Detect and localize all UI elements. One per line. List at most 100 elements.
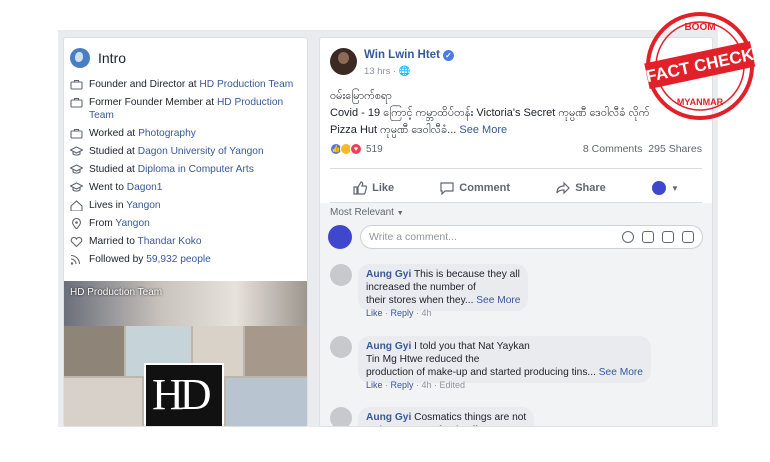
commenter-name[interactable]: Aung Gyi	[366, 412, 411, 423]
like-button[interactable]: Like	[353, 181, 394, 195]
intro-card: Intro Founder and Director at HD Product…	[63, 37, 308, 427]
comment-text-1: Cosmatics things are not	[414, 412, 527, 423]
intro-item: Former Founder Member at HD Production T…	[70, 96, 301, 122]
share-as-selector[interactable]: ▼	[651, 181, 679, 195]
commenter-avatar[interactable]	[330, 336, 352, 358]
comment-like-link[interactable]: Like	[366, 308, 383, 318]
intro-item-label: Founder and Director at	[89, 79, 200, 90]
comment-reply-link[interactable]: Reply	[391, 380, 414, 390]
comment-text-1: This is because they all	[413, 269, 520, 280]
comment-text-2: increased the number of	[366, 282, 476, 293]
intro-item: Worked at Photography	[70, 127, 301, 140]
caret-down-icon: ▼	[396, 210, 404, 217]
stamp-main-text: FACT CHECK	[644, 45, 756, 87]
reactions-summary[interactable]: 👍 ♥ 519	[330, 143, 383, 155]
rss-icon	[70, 254, 81, 265]
commenter-avatar[interactable]	[330, 407, 352, 426]
graduation-cap-icon	[70, 164, 83, 174]
commenter-name[interactable]: Aung Gyi	[366, 269, 411, 280]
intro-item-label: Worked at	[89, 128, 139, 139]
intro-item-label: Studied at	[89, 164, 138, 175]
stamp-top-text: BOOM	[684, 22, 715, 33]
comment-meta: Like · Reply · 4h · Edited	[366, 380, 466, 390]
intro-item-link[interactable]: Diploma in Computer Arts	[138, 164, 254, 175]
comments-count[interactable]: 8 Comments	[583, 143, 643, 155]
gif-icon[interactable]	[662, 231, 674, 243]
love-reaction-icon: ♥	[350, 143, 362, 155]
comment-reply-link[interactable]: Reply	[391, 308, 414, 318]
see-more-link[interactable]: See More	[459, 124, 507, 136]
comment-text-2: Tin Mg Htwe reduced the	[366, 354, 480, 365]
intro-item-label: Married to	[89, 236, 138, 247]
commenter-avatar[interactable]	[330, 264, 352, 286]
sticker-icon[interactable]	[682, 231, 694, 243]
intro-item-link[interactable]: Thandar Koko	[138, 236, 202, 247]
comment-input[interactable]: Write a comment...	[360, 225, 703, 249]
intro-item: Studied at Dagon University of Yangon	[70, 145, 301, 158]
globe-icon	[70, 48, 90, 68]
intro-list: Founder and Director at HD Production Te…	[64, 74, 307, 266]
comment-bubble: Aung Gyi Cosmatics things are not as impo…	[358, 407, 535, 426]
intro-item-label: Lives in	[89, 200, 127, 211]
home-icon	[70, 200, 83, 211]
intro-item-link[interactable]: 59,932 people	[146, 254, 211, 265]
reaction-count: 519	[366, 143, 383, 155]
photo-label: HD Production Team	[70, 287, 163, 298]
author-name[interactable]: Win Lwin Htet	[364, 49, 440, 61]
shares-count[interactable]: 295 Shares	[648, 143, 702, 155]
intro-item: Founder and Director at HD Production Te…	[70, 78, 301, 91]
camera-icon[interactable]	[642, 231, 654, 243]
comment-button[interactable]: Comment	[440, 181, 510, 195]
globe-audience-icon: 🌐	[398, 66, 411, 77]
intro-item-link[interactable]: Dagon1	[127, 182, 163, 193]
intro-item-label: Former Founder Member at	[89, 97, 217, 108]
briefcase-icon	[70, 128, 83, 139]
comments-section: Most Relevant ▼ Write a comment... Aung …	[320, 203, 712, 426]
comment-text-1: I told you that Nat Yaykan	[414, 341, 530, 352]
divider	[330, 168, 702, 169]
heart-icon	[70, 236, 83, 247]
commenter-name[interactable]: Aung Gyi	[366, 341, 411, 352]
briefcase-icon	[70, 79, 83, 90]
intro-item-link[interactable]: Photography	[138, 128, 196, 139]
emoji-icon[interactable]	[622, 231, 634, 243]
comment-time[interactable]: 4h	[422, 380, 432, 390]
cover-photo-collage[interactable]: HD Production Team HD	[64, 281, 307, 426]
intro-item-link[interactable]: Dagon University of Yangon	[138, 146, 264, 157]
comment-bubble: Aung Gyi I told you that Nat Yaykan Tin M…	[358, 336, 651, 383]
graduation-cap-icon	[70, 182, 83, 192]
intro-item: Studied at Diploma in Computer Arts	[70, 163, 301, 176]
stamp-bottom-text: MYANMAR	[677, 97, 724, 107]
facebook-screenshot: Intro Founder and Director at HD Product…	[58, 30, 718, 427]
intro-item: Married to Thandar Koko	[70, 235, 301, 248]
comment-see-more-link[interactable]: See More	[599, 367, 643, 378]
current-user-avatar	[328, 225, 352, 249]
comment-see-more-link[interactable]: See More	[476, 295, 520, 306]
intro-item-label: Went to	[89, 182, 127, 193]
intro-item: Followed by 59,932 people	[70, 253, 301, 266]
share-button[interactable]: Share	[556, 181, 606, 195]
comment-bubble: Aung Gyi This is because they all increas…	[358, 264, 529, 311]
intro-item-label: Followed by	[89, 254, 147, 265]
graduation-cap-icon	[70, 146, 83, 156]
intro-item: From Yangon	[70, 217, 301, 230]
intro-item-link[interactable]: Yangon	[115, 218, 149, 229]
intro-item-link[interactable]: HD Production Team	[199, 79, 293, 90]
intro-item-label: From	[89, 218, 116, 229]
intro-item-link[interactable]: Yangon	[126, 200, 160, 211]
intro-title: Intro	[98, 50, 127, 66]
post-line-3: Pizza Hut ကုမ္ပဏီ ဒေဝါလီခံ...	[330, 124, 457, 136]
comment-sort-dropdown[interactable]: Most Relevant ▼	[330, 207, 404, 218]
comment-edited-label[interactable]: Edited	[440, 380, 466, 390]
intro-item: Lives in Yangon	[70, 199, 301, 212]
post-time[interactable]: 13 hrs	[364, 66, 390, 77]
share-arrow-icon	[556, 181, 571, 195]
comment-text-3: production of make-up and started produc…	[366, 367, 596, 378]
comment-meta: Like · Reply · 4h	[366, 308, 432, 318]
comment-time[interactable]: 4h	[422, 308, 432, 318]
location-pin-icon	[71, 218, 82, 229]
briefcase-icon	[70, 97, 83, 108]
comment-text-3: their stores when they...	[366, 295, 474, 306]
comment-like-link[interactable]: Like	[366, 380, 383, 390]
author-avatar[interactable]	[330, 48, 357, 75]
